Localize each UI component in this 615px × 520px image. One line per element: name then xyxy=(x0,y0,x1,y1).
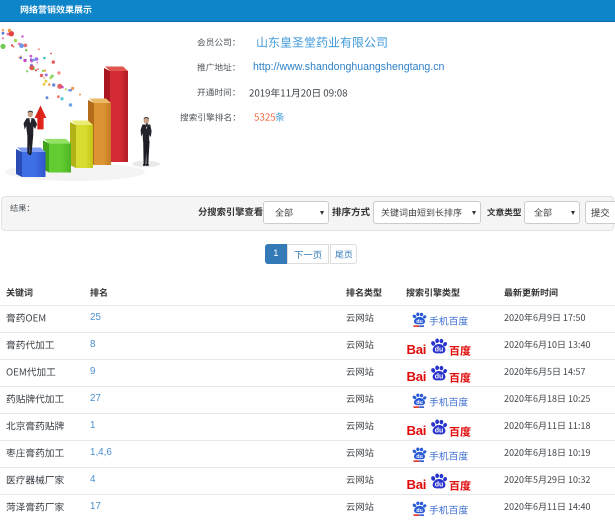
svg-text:Bai: Bai xyxy=(407,342,427,357)
svg-text:du: du xyxy=(435,482,444,489)
svg-text:du: du xyxy=(416,400,423,406)
svg-text:du: du xyxy=(416,454,423,460)
svg-text:Bai: Bai xyxy=(407,369,427,384)
svg-text:du: du xyxy=(435,347,444,354)
svg-text:du: du xyxy=(416,508,423,514)
svg-text:Bai: Bai xyxy=(407,423,427,438)
svg-text:du: du xyxy=(435,428,444,435)
svg-text:du: du xyxy=(435,374,444,381)
svg-text:du: du xyxy=(416,319,423,325)
svg-text:Bai: Bai xyxy=(407,477,427,492)
